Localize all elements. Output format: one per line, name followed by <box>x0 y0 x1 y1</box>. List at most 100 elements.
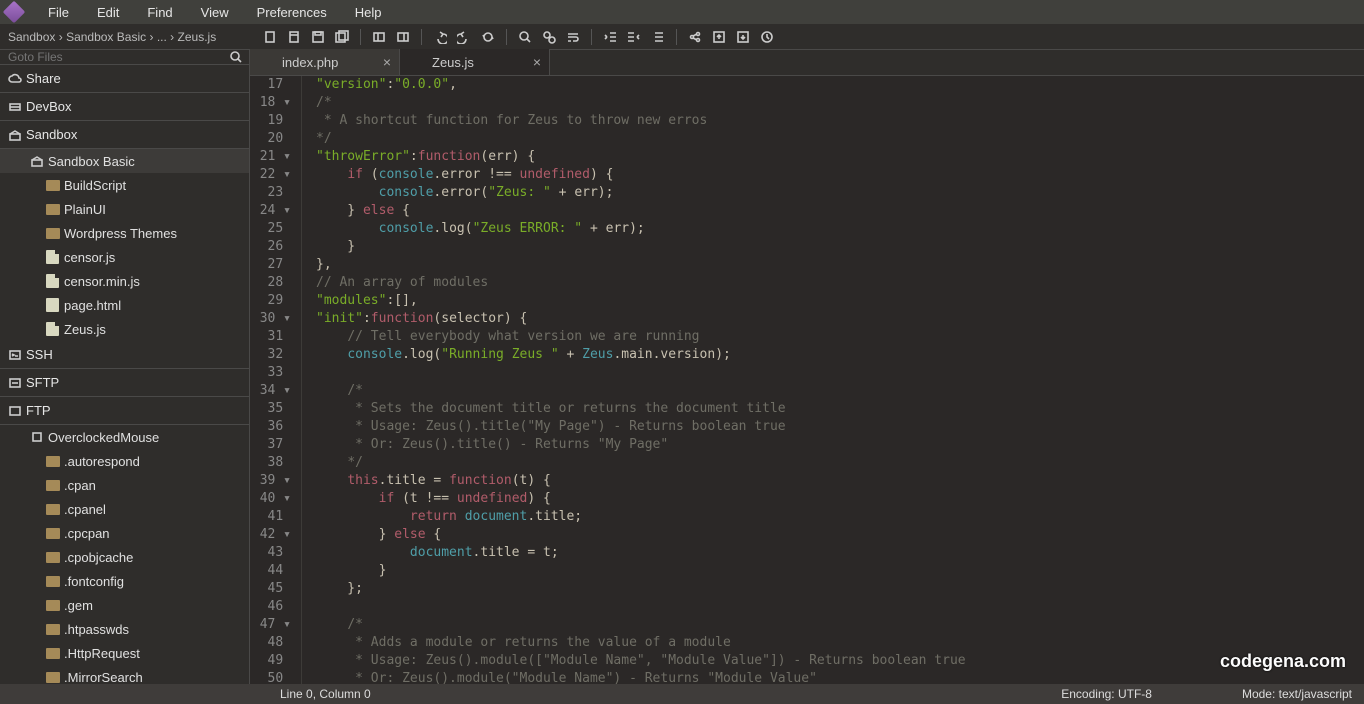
tree-folder[interactable]: .cpcpan <box>0 521 249 545</box>
code-line[interactable]: console.log("Running Zeus " + Zeus.main.… <box>316 346 1364 364</box>
line-number[interactable]: 32 <box>250 346 291 364</box>
tree-folder[interactable]: .cpobjcache <box>0 545 249 569</box>
tree-folder[interactable]: BuildScript <box>0 173 249 197</box>
search-icon[interactable] <box>513 27 537 47</box>
line-number[interactable]: 44 <box>250 562 291 580</box>
panel-ftp[interactable]: FTP <box>0 397 249 425</box>
menu-view[interactable]: View <box>187 5 243 20</box>
line-number[interactable]: 37 <box>250 436 291 454</box>
line-number[interactable]: 17 <box>250 76 291 94</box>
menu-help[interactable]: Help <box>341 5 396 20</box>
line-number[interactable]: 34 ▾ <box>250 382 291 400</box>
history-icon[interactable] <box>755 27 779 47</box>
code-line[interactable]: return document.title; <box>316 508 1364 526</box>
line-number[interactable]: 26 <box>250 238 291 256</box>
panel-sftp[interactable]: SFTP <box>0 369 249 397</box>
line-number[interactable]: 30 ▾ <box>250 310 291 328</box>
close-icon[interactable]: × <box>383 54 391 70</box>
code-line[interactable]: * Usage: Zeus().module(["Module Name", "… <box>316 652 1364 670</box>
tree-folder[interactable]: .cpan <box>0 473 249 497</box>
panels-alt-icon[interactable] <box>391 27 415 47</box>
code-line[interactable]: if (console.error !== undefined) { <box>316 166 1364 184</box>
tab-index.php[interactable]: index.php × <box>250 49 400 75</box>
line-number[interactable]: 23 <box>250 184 291 202</box>
line-number[interactable]: 46 <box>250 598 291 616</box>
line-number[interactable]: 45 <box>250 580 291 598</box>
panel-share[interactable]: Share <box>0 65 249 93</box>
breadcrumb-segment[interactable]: Zeus.js <box>178 30 217 44</box>
line-number[interactable]: 36 <box>250 418 291 436</box>
code-line[interactable]: * Or: Zeus().title() - Returns "My Page" <box>316 436 1364 454</box>
code-line[interactable]: "init":function(selector) { <box>316 310 1364 328</box>
code-line[interactable]: * A shortcut function for Zeus to throw … <box>316 112 1364 130</box>
code-line[interactable]: console.error("Zeus: " + err); <box>316 184 1364 202</box>
search-replace-icon[interactable] <box>537 27 561 47</box>
line-number[interactable]: 20 <box>250 130 291 148</box>
file-search[interactable] <box>0 50 249 65</box>
save-all-icon[interactable] <box>330 27 354 47</box>
code-line[interactable]: */ <box>316 454 1364 472</box>
panels-icon[interactable] <box>367 27 391 47</box>
download-icon[interactable] <box>731 27 755 47</box>
code-line[interactable]: } <box>316 562 1364 580</box>
code-line[interactable]: }; <box>316 580 1364 598</box>
line-number[interactable]: 43 <box>250 544 291 562</box>
code-line[interactable]: * Or: Zeus().module("Module Name") - Ret… <box>316 670 1364 684</box>
code-line[interactable]: /* <box>316 382 1364 400</box>
refresh-icon[interactable] <box>476 27 500 47</box>
breadcrumb[interactable]: Sandbox › Sandbox Basic › ... › Zeus.js <box>0 30 250 44</box>
tree-folder[interactable]: .gem <box>0 593 249 617</box>
new-file-alt-icon[interactable] <box>282 27 306 47</box>
tree-folder[interactable]: .fontconfig <box>0 569 249 593</box>
tree-folder[interactable]: PlainUI <box>0 197 249 221</box>
tree-file[interactable]: page.html <box>0 293 249 317</box>
menu-preferences[interactable]: Preferences <box>243 5 341 20</box>
tab-Zeus.js[interactable]: Zeus.js × <box>400 49 550 75</box>
code-line[interactable]: /* <box>316 616 1364 634</box>
code-line[interactable]: // Tell everybody what version we are ru… <box>316 328 1364 346</box>
line-number[interactable]: 39 ▾ <box>250 472 291 490</box>
code-line[interactable]: }, <box>316 256 1364 274</box>
code-line[interactable]: /* <box>316 94 1364 112</box>
code-content[interactable]: "version":"0.0.0",/* * A shortcut functi… <box>302 76 1364 684</box>
code-line[interactable]: } else { <box>316 526 1364 544</box>
line-number[interactable]: 29 <box>250 292 291 310</box>
code-line[interactable]: if (t !== undefined) { <box>316 490 1364 508</box>
code-line[interactable]: * Adds a module or returns the value of … <box>316 634 1364 652</box>
line-number[interactable]: 47 ▾ <box>250 616 291 634</box>
search-icon[interactable] <box>223 50 249 64</box>
code-line[interactable]: "throwError":function(err) { <box>316 148 1364 166</box>
breadcrumb-segment[interactable]: ... <box>157 30 167 44</box>
tree-file[interactable]: censor.js <box>0 245 249 269</box>
line-number[interactable]: 35 <box>250 400 291 418</box>
code-line[interactable]: } else { <box>316 202 1364 220</box>
line-number[interactable]: 18 ▾ <box>250 94 291 112</box>
code-line[interactable] <box>316 598 1364 616</box>
code-line[interactable]: * Sets the document title or returns the… <box>316 400 1364 418</box>
code-line[interactable]: } <box>316 238 1364 256</box>
code-line[interactable]: */ <box>316 130 1364 148</box>
upload-icon[interactable] <box>707 27 731 47</box>
close-icon[interactable]: × <box>533 54 541 70</box>
code-line[interactable]: "modules":[], <box>316 292 1364 310</box>
code-line[interactable]: "version":"0.0.0", <box>316 76 1364 94</box>
menu-edit[interactable]: Edit <box>83 5 133 20</box>
tree-file[interactable]: censor.min.js <box>0 269 249 293</box>
wrap-icon[interactable] <box>561 27 585 47</box>
redo-icon[interactable] <box>452 27 476 47</box>
line-number[interactable]: 48 <box>250 634 291 652</box>
list-icon[interactable] <box>646 27 670 47</box>
tree-folder[interactable]: Wordpress Themes <box>0 221 249 245</box>
code-line[interactable]: this.title = function(t) { <box>316 472 1364 490</box>
line-number[interactable]: 40 ▾ <box>250 490 291 508</box>
line-number[interactable]: 38 <box>250 454 291 472</box>
line-number[interactable]: 33 <box>250 364 291 382</box>
code-line[interactable]: document.title = t; <box>316 544 1364 562</box>
tree-folder[interactable]: .HttpRequest <box>0 641 249 665</box>
code-editor[interactable]: 17 18 ▾19 20 21 ▾22 ▾23 24 ▾25 26 27 28 … <box>250 76 1364 684</box>
breadcrumb-segment[interactable]: Sandbox <box>8 30 55 44</box>
undo-icon[interactable] <box>428 27 452 47</box>
indent-left-icon[interactable] <box>598 27 622 47</box>
line-number[interactable]: 31 <box>250 328 291 346</box>
tree-folder[interactable]: .autorespond <box>0 449 249 473</box>
